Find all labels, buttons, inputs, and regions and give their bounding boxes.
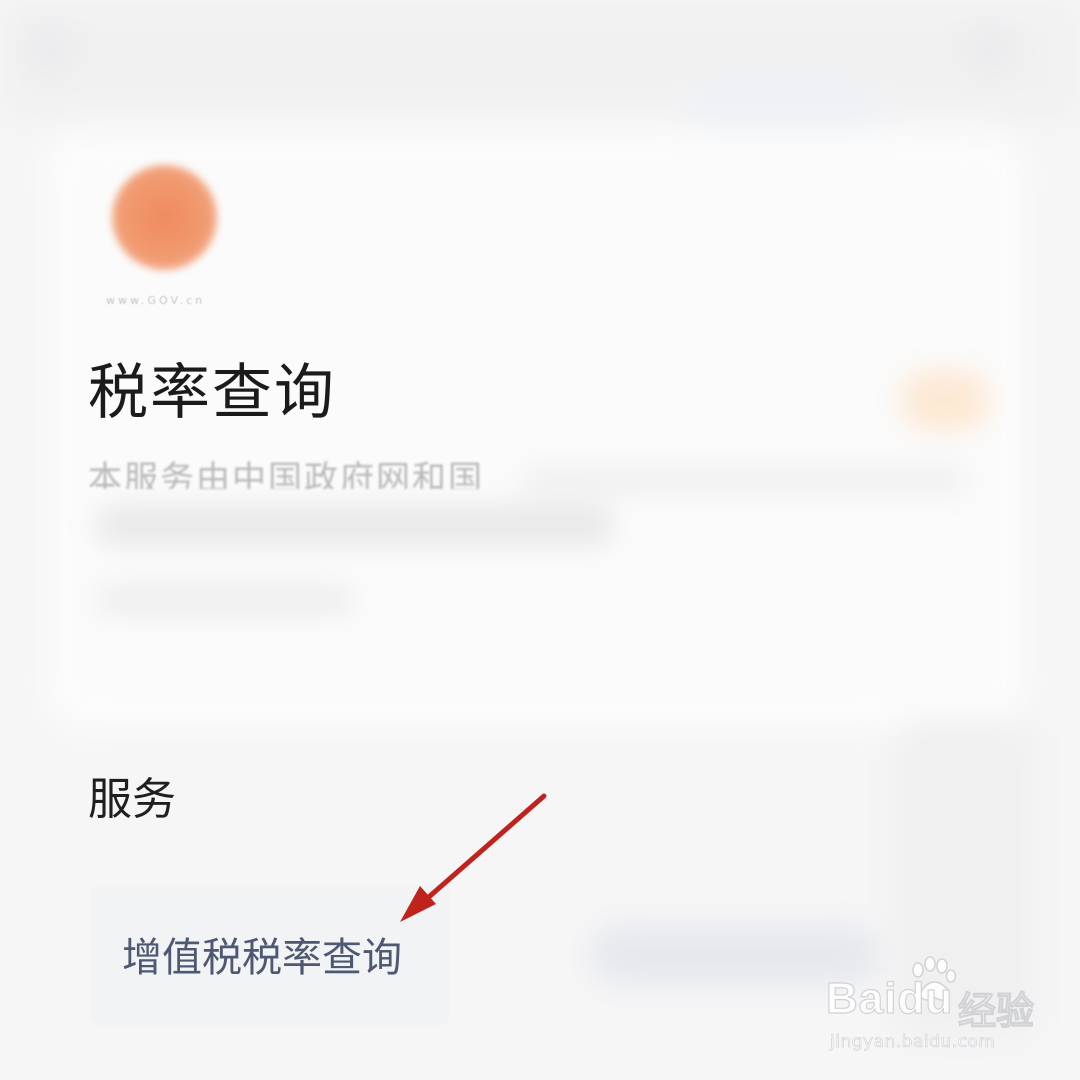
service-item-label[interactable]: 增值税税率查询 bbox=[122, 930, 402, 986]
screen: www.GOV.cn 税率查询 本服务由中国政府网和国 服务 增值税税率查询 B… bbox=[0, 0, 1080, 1080]
baidu-watermark: Baidu 经验 jingyan.baidu.com bbox=[825, 956, 1056, 1060]
watermark-brand: Baidu bbox=[825, 973, 954, 1023]
page-description: 本服务由中国政府网和国 bbox=[88, 459, 484, 489]
page-title: 税率查询 bbox=[88, 358, 336, 428]
description-line-blurred bbox=[95, 505, 615, 545]
orange-badge-blurred bbox=[900, 370, 990, 430]
back-button-blurred[interactable] bbox=[20, 20, 80, 80]
more-button-blurred[interactable] bbox=[960, 20, 1020, 80]
top-bar bbox=[0, 0, 1080, 120]
description-line-blurred bbox=[95, 585, 355, 615]
watermark-brand-cn: 经验 bbox=[957, 989, 1035, 1034]
gov-logo-icon bbox=[112, 165, 217, 270]
services-section-title: 服务 bbox=[88, 774, 176, 825]
description-line-blurred bbox=[520, 465, 970, 495]
watermark-url: jingyan.baidu.com bbox=[830, 1032, 996, 1053]
logo-caption: www.GOV.cn bbox=[106, 294, 206, 307]
